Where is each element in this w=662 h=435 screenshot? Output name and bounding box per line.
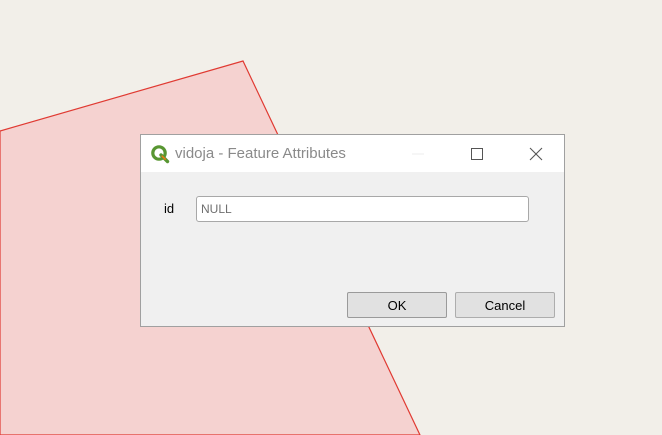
close-icon (529, 147, 543, 160)
id-field-input[interactable] (196, 196, 529, 222)
cancel-button[interactable]: Cancel (455, 292, 555, 318)
ok-button[interactable]: OK (347, 292, 447, 318)
feature-attributes-dialog: vidoja - Feature Attributes id OK Cancel (140, 134, 565, 327)
dialog-title: vidoja - Feature Attributes (175, 145, 346, 162)
id-field-label: id (164, 201, 175, 216)
dialog-titlebar[interactable]: vidoja - Feature Attributes (141, 135, 564, 172)
minimize-icon (412, 153, 424, 154)
maximize-icon (471, 147, 483, 160)
close-button[interactable] (513, 135, 559, 172)
qgis-logo-icon (151, 145, 170, 164)
minimize-button[interactable] (395, 135, 441, 172)
maximize-button[interactable] (454, 135, 500, 172)
